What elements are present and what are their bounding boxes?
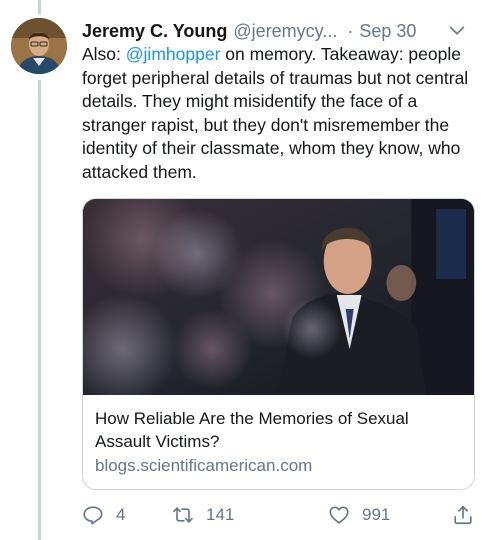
card-text[interactable]: How Reliable Are the Memories of Sexual … [83, 395, 474, 477]
tweet-text-prefix: Also: [82, 44, 126, 64]
retweet-count: 141 [206, 505, 235, 524]
card-title[interactable]: How Reliable Are the Memories of Sexual … [95, 407, 462, 453]
avatar-image [11, 18, 67, 74]
share-icon [454, 505, 472, 525]
like-count: 991 [362, 505, 391, 524]
retweet-button[interactable]: 141 [172, 504, 234, 526]
reply-icon [83, 506, 103, 525]
tweet-date[interactable]: Sep 30 [359, 21, 416, 42]
separator-dot: · [347, 20, 354, 41]
thread-line-top [38, 0, 41, 14]
reply-count: 4 [116, 505, 126, 524]
card-photo [83, 199, 474, 395]
heart-icon [329, 506, 349, 524]
reply-button[interactable]: 4 [82, 504, 125, 526]
like-button[interactable]: 991 [328, 504, 390, 526]
tweet-header: Jeremy C. Young @jeremycy... · Sep 30 [82, 18, 476, 44]
card-image[interactable] [83, 199, 474, 395]
action-bar: 4 141 991 [82, 504, 482, 532]
card-domain: blogs.scientificamerican.com [95, 456, 313, 475]
chevron-down-icon[interactable] [446, 20, 468, 42]
retweet-icon [173, 507, 193, 523]
share-button[interactable] [452, 504, 474, 526]
author-name[interactable]: Jeremy C. Young [82, 21, 227, 42]
tweet-text: Also: @jimhopper on memory. Takeaway: pe… [82, 43, 482, 184]
thread-line-bottom [38, 80, 41, 540]
tweet[interactable]: Jeremy C. Young @jeremycy... · Sep 30 Al… [0, 0, 488, 540]
link-card[interactable]: How Reliable Are the Memories of Sexual … [82, 198, 475, 490]
author-handle[interactable]: @jeremycy... [233, 21, 337, 42]
mention-link[interactable]: @jimhopper [126, 44, 221, 64]
tweet-text-body: on memory. Takeaway: people forget perip… [82, 44, 469, 182]
avatar[interactable] [11, 18, 67, 74]
